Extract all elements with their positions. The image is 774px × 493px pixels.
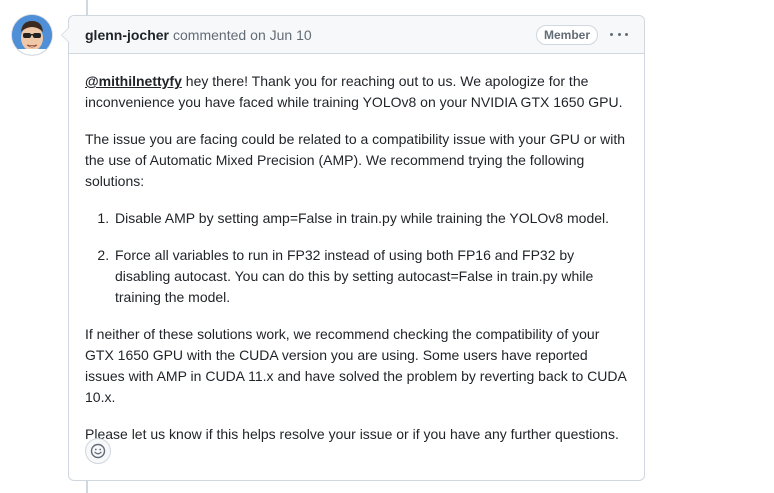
issue-paragraph: The issue you are facing could be relate…: [85, 131, 626, 189]
cuda-paragraph: If neither of these solutions work, we r…: [85, 326, 627, 405]
comment-timestamp-link[interactable]: on Jun 10: [250, 27, 312, 43]
comment-action-text: commented: [173, 26, 247, 43]
kebab-horizontal-icon[interactable]: [610, 27, 628, 43]
comment-body: @mithilnettyfy hey there! Thank you for …: [69, 54, 644, 445]
kebab-dot: [625, 33, 628, 36]
user-mention-link[interactable]: @mithilnettyfy: [85, 73, 182, 89]
solution-item: Disable AMP by setting amp=False in trai…: [113, 208, 628, 229]
solution-item: Force all variables to run in FP32 inste…: [113, 245, 628, 308]
author-avatar[interactable]: [12, 15, 52, 55]
comment-author-link[interactable]: glenn-jocher: [85, 27, 169, 43]
avatar-image: [12, 15, 52, 55]
comment-header: glenn-jocher commented on Jun 10 Member: [69, 16, 644, 54]
kebab-dot: [610, 33, 613, 36]
header-actions: Member: [535, 24, 628, 45]
intro-paragraph: @mithilnettyfy hey there! Thank you for …: [85, 71, 628, 113]
add-reaction-button[interactable]: [85, 438, 111, 464]
solutions-list: Disable AMP by setting amp=False in trai…: [85, 208, 628, 308]
issue-timeline: glenn-jocher commented on Jun 10 Member …: [0, 0, 774, 493]
closing-paragraph: Please let us know if this helps resolve…: [85, 426, 619, 442]
comment-box: glenn-jocher commented on Jun 10 Member …: [61, 15, 645, 481]
smiley-icon: [90, 443, 106, 459]
member-role-badge: Member: [535, 24, 598, 45]
kebab-dot: [617, 33, 621, 36]
